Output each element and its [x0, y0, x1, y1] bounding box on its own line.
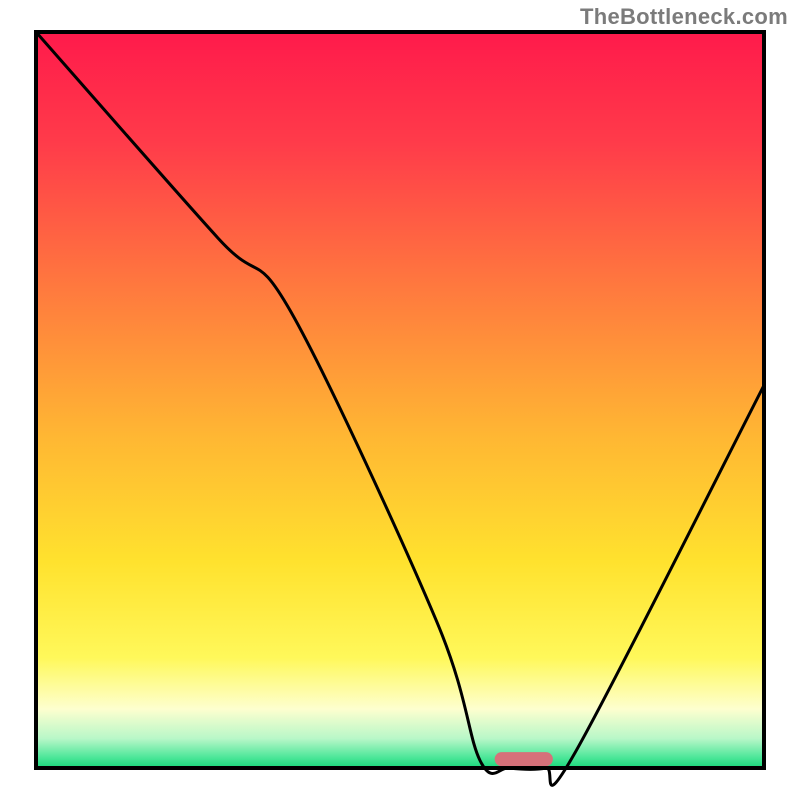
plot-area [36, 32, 764, 785]
chart-container: TheBottleneck.com [0, 0, 800, 800]
optimum-marker [495, 752, 553, 766]
watermark-text: TheBottleneck.com [580, 4, 788, 30]
bottleneck-chart [0, 0, 800, 800]
gradient-background [36, 32, 764, 768]
